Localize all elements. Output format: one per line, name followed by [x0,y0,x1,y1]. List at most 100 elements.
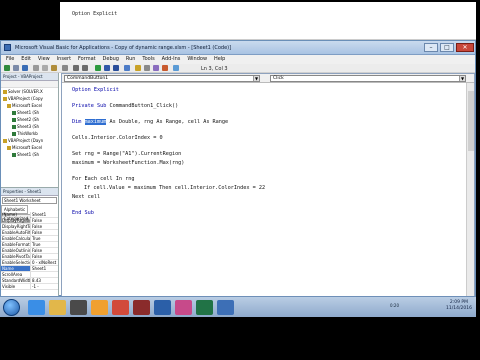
scroll-thumb[interactable] [468,91,474,151]
menu-file[interactable]: File [6,55,14,64]
menu-view[interactable]: View [38,55,50,64]
redo-icon[interactable] [82,65,88,71]
tree-node-sheet2[interactable]: Sheet2 (Sh [1,116,58,123]
undo-icon[interactable] [73,65,79,71]
object-browser-icon[interactable] [153,65,159,71]
procedure-name: CommandButton1_Click() [109,103,179,109]
property-value[interactable]: True [31,242,58,247]
properties-window-icon[interactable] [144,65,150,71]
word-icon[interactable] [154,300,171,315]
object-dropdown[interactable]: CommandButton1 ▼ [64,75,260,82]
property-value[interactable]: False [31,218,58,223]
property-name: DisplayRightToLeft [2,224,31,229]
excel-icon[interactable] [196,300,213,315]
ie-icon[interactable] [28,300,45,315]
property-name: EnableOutlining [2,248,31,253]
property-value[interactable]: 0 - xlNoRest [31,260,58,265]
explorer-icon[interactable] [49,300,66,315]
reset-icon[interactable] [113,65,119,71]
object-selector[interactable]: Sheet1 Worksheet [2,197,57,204]
menu-debug[interactable]: Debug [103,55,119,64]
cut-icon[interactable] [33,65,39,71]
menu-addins[interactable]: Add-Ins [162,55,181,64]
vbe-app-icon [4,44,11,51]
menu-insert[interactable]: Insert [57,55,71,64]
run-icon[interactable] [95,65,101,71]
vbe-window: Microsoft Visual Basic for Applications … [0,40,476,297]
property-value[interactable] [31,272,58,277]
close-button[interactable]: ✕ [456,43,474,52]
property-value[interactable]: False [31,230,58,235]
property-value[interactable]: False [31,224,58,229]
tree-node-sheet1-2[interactable]: Sheet1 (Sh [1,151,58,158]
property-row[interactable]: Visible-1 - xlSheetVi [1,284,58,290]
property-value[interactable]: False [31,254,58,259]
tree-node-sheet3[interactable]: Sheet3 (Sh [1,123,58,130]
tree-node-thisworkbook[interactable]: ThisWorkb [1,130,58,137]
project-explorer-icon[interactable] [135,65,141,71]
clock[interactable]: 2:09 PM 11/14/2016 [446,300,472,312]
keyword: Dim [72,119,85,125]
maximize-button[interactable]: □ [440,43,454,52]
paste-icon[interactable] [51,65,57,71]
pdf-icon[interactable] [133,300,150,315]
window-title: Microsoft Visual Basic for Applications … [15,45,232,51]
find-icon[interactable] [62,65,68,71]
tree-node-vbaproject-copy[interactable]: VBAProject (Copy [1,95,58,102]
property-value[interactable]: -1 - xlSheetVi [31,284,58,289]
project-tree: Solver (SOLVER.X VBAProject (Copy Micros… [1,88,58,158]
project-icon [3,139,7,143]
properties-title: Properties - Sheet1 [1,188,58,196]
tree-node-vbaproject-dayn[interactable]: VBAProject (Dayn [1,137,58,144]
media-player-icon[interactable] [70,300,87,315]
save-icon[interactable] [22,65,28,71]
property-value[interactable]: 8.43 [31,278,58,283]
folder-icon [7,104,11,108]
copy-icon[interactable] [42,65,48,71]
property-value[interactable]: Sheet1 [31,212,58,217]
vbe-taskbar-icon[interactable] [217,300,234,315]
sheet-icon [12,118,16,122]
tree-node-excel-objects[interactable]: Microsoft Excel [1,102,58,109]
code-editor[interactable]: Option Explicit Private Sub CommandButto… [62,83,466,296]
break-icon[interactable] [104,65,110,71]
powerpoint-icon[interactable] [112,300,129,315]
code-line: Next cell [72,194,101,200]
tray-indicator[interactable]: 0:20 [390,303,399,308]
title-bar: Microsoft Visual Basic for Applications … [1,41,475,55]
help-icon[interactable] [173,65,179,71]
design-mode-icon[interactable] [124,65,130,71]
folder-icon [7,146,11,150]
workbook-icon [12,132,16,136]
menu-run[interactable]: Run [126,55,136,64]
menu-help[interactable]: Help [214,55,225,64]
toolbox-icon[interactable] [162,65,168,71]
property-value[interactable]: Sheet1 [31,266,58,271]
procedure-dropdown[interactable]: Click ▼ [270,75,466,82]
standard-toolbar: Ln 3, Col 3 [1,64,475,73]
code-line: End Sub [72,210,94,216]
firefox-icon[interactable] [91,300,108,315]
property-value[interactable]: True [31,236,58,241]
insert-module-icon[interactable] [13,65,19,71]
code-combos: CommandButton1 ▼ Click ▼ [62,74,474,83]
tree-node-solver[interactable]: Solver (SOLVER.X [1,88,58,95]
menu-window[interactable]: Window [187,55,207,64]
tree-node-excel-objects-2[interactable]: Microsoft Excel [1,144,58,151]
start-button[interactable] [3,299,20,316]
menu-format[interactable]: Format [78,55,96,64]
minimize-button[interactable]: – [424,43,438,52]
excel-view-icon[interactable] [4,65,10,71]
onenote-icon[interactable] [175,300,192,315]
vertical-scrollbar[interactable] [466,83,474,296]
code-line: Dim maximum As Double, rng As Range, cel… [72,119,228,125]
menu-edit[interactable]: Edit [21,55,31,64]
properties-window: Properties - Sheet1 Sheet1 Worksheet Alp… [1,187,59,297]
property-value[interactable]: False [31,248,58,253]
chevron-down-icon: ▼ [253,76,259,81]
tree-node-sheet1[interactable]: Sheet1 (Sh [1,109,58,116]
menu-tools[interactable]: Tools [142,55,154,64]
property-name: EnableFormatConditi [2,242,31,247]
keyword: Private Sub [72,103,110,109]
property-name: EnableSelection [2,260,31,265]
